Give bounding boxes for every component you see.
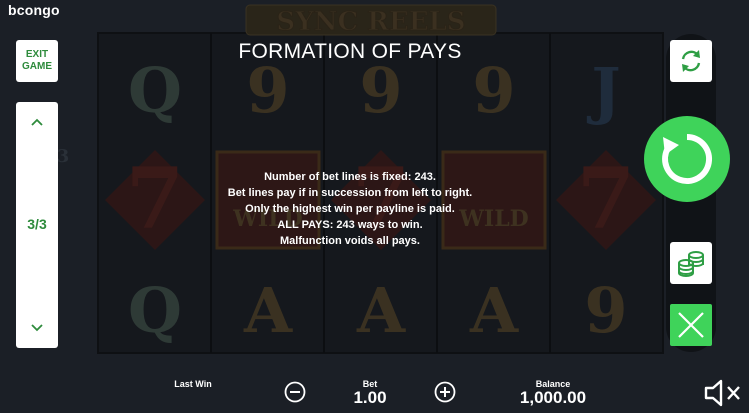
chevron-up-icon	[31, 118, 43, 126]
page-navigator: 3/3	[16, 102, 58, 348]
bet-decrease-button[interactable]	[284, 381, 306, 403]
reel-symbol: Q	[128, 54, 182, 127]
bet-increase-button[interactable]	[434, 381, 456, 403]
page-title: FORMATION OF PAYS	[238, 40, 462, 63]
last-win-label: Last Win	[174, 379, 212, 389]
reel-symbol: 9	[359, 54, 402, 127]
exit-line-1: EXIT	[25, 49, 49, 60]
minus-icon	[284, 381, 306, 403]
reel-symbol: J	[586, 54, 620, 127]
page-down-button[interactable]	[16, 320, 58, 338]
exit-line-2: GAME	[22, 61, 52, 72]
rules-line: Malfunction voids all pays.	[280, 235, 420, 247]
rules-text: Number of bet lines is fixed: 243. Bet l…	[120, 169, 580, 249]
reel-symbol: A	[243, 274, 293, 347]
sound-muted-icon	[704, 379, 740, 407]
reel-symbol: Q	[128, 274, 182, 347]
reel-symbol: A	[356, 274, 406, 347]
spin-icon	[662, 134, 713, 184]
reel-symbol: 9	[472, 54, 515, 127]
rules-line: Bet lines pay if in succession from left…	[227, 187, 473, 199]
sound-toggle-button[interactable]	[704, 378, 744, 408]
game-logo: SYNC REELS	[276, 7, 465, 37]
spin-button[interactable]	[644, 116, 730, 202]
plus-icon	[434, 381, 456, 403]
rules-line: Only the highest win per payline is paid…	[245, 203, 455, 215]
provider-logo: bcongo	[8, 2, 60, 18]
exit-game-button[interactable]: EXIT GAME	[16, 40, 58, 82]
reel-symbol: 9	[246, 54, 289, 127]
coins-icon	[678, 251, 704, 277]
provider-logo-text: bcongo	[8, 2, 60, 18]
rules-line: Number of bet lines is fixed: 243.	[264, 171, 436, 183]
autoplay-button[interactable]	[670, 40, 712, 82]
reel-symbol: 9	[584, 274, 627, 347]
chevron-down-icon	[31, 324, 43, 332]
page-up-button[interactable]	[16, 114, 58, 132]
autoplay-icon	[681, 50, 701, 72]
reel-symbol: A	[469, 274, 519, 347]
edge-glyph: 3	[57, 146, 70, 167]
close-paytable-button[interactable]	[670, 304, 712, 346]
balance-value: 1,000.00	[519, 388, 587, 407]
bet-value: 1.00	[353, 388, 387, 407]
close-icon	[678, 312, 704, 338]
rules-line: ALL PAYS: 243 ways to win.	[277, 219, 423, 231]
bet-settings-button[interactable]	[670, 242, 712, 284]
reel-symbol: 7	[577, 149, 635, 248]
page-indicator: 3/3	[27, 216, 47, 232]
